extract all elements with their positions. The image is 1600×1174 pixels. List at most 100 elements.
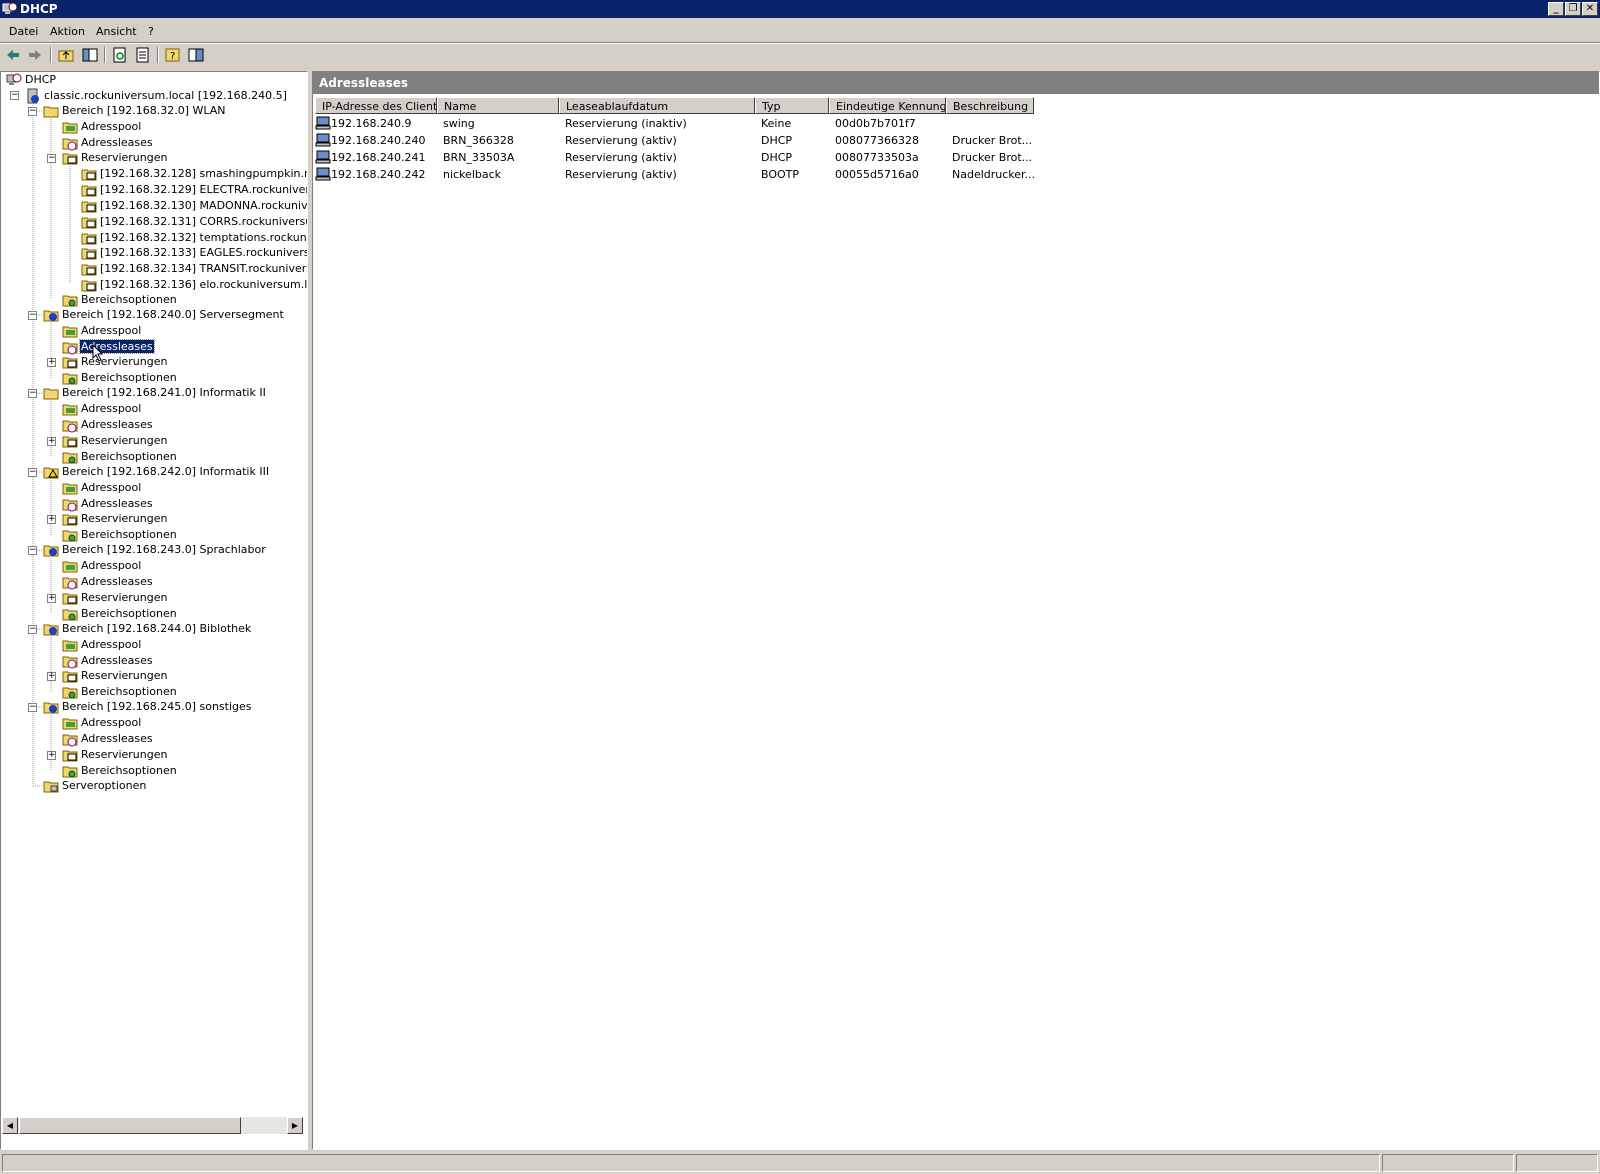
collapse-toggle[interactable]: − [28, 389, 37, 398]
show-tree-button[interactable] [80, 46, 100, 64]
collapse-toggle[interactable]: − [10, 91, 19, 100]
address-pool-icon [62, 483, 78, 495]
menu-datei[interactable]: Datei [9, 25, 38, 38]
column-description[interactable]: Beschreibung [946, 97, 1034, 114]
scope-options-icon [62, 766, 78, 778]
export-list-button[interactable] [133, 46, 153, 64]
cell-name: BRN_33503A [443, 151, 515, 164]
column-unique-id[interactable]: Eindeutige Kennung [829, 97, 946, 114]
cell-type: BOOTP [761, 168, 800, 181]
address-pool-icon [62, 404, 78, 416]
forward-button[interactable] [25, 46, 45, 64]
scope-options-icon [62, 530, 78, 542]
mouse-cursor-icon [92, 344, 104, 362]
expand-toggle[interactable]: + [47, 515, 56, 524]
cell-description: Drucker Brot... [952, 151, 1033, 164]
expand-toggle[interactable]: + [47, 672, 56, 681]
scroll-thumb[interactable] [19, 1117, 241, 1134]
scope-warning-icon [43, 467, 59, 479]
status-panel [1516, 1154, 1598, 1172]
reservation-icon [81, 201, 97, 213]
collapse-toggle[interactable]: − [28, 107, 37, 116]
collapse-toggle[interactable]: − [28, 625, 37, 634]
tree-label: classic.rockuniversum.local [192.168.240… [44, 89, 287, 102]
address-leases-icon [62, 734, 78, 747]
scope-options-icon [62, 687, 78, 699]
dhcp-icon [6, 73, 22, 85]
expand-toggle[interactable]: + [47, 437, 56, 446]
refresh-button[interactable] [110, 46, 130, 64]
cell-id: 00807733503a [835, 151, 919, 164]
reservations-icon [62, 671, 78, 683]
tree-label: Adresspool [81, 402, 142, 415]
scroll-left-arrow-icon[interactable]: ◀ [2, 1117, 18, 1134]
scope-options-icon [62, 452, 78, 464]
tree-label: [192.168.32.134] TRANSIT.rockuniversum [100, 262, 308, 275]
tree-label: Bereichsoptionen [81, 293, 177, 306]
collapse-toggle[interactable]: − [28, 468, 37, 477]
tree-label: Bereichsoptionen [81, 528, 177, 541]
scroll-right-arrow-icon[interactable]: ▶ [287, 1117, 303, 1134]
menu-help[interactable]: ? [148, 25, 154, 38]
properties-button[interactable] [186, 46, 206, 64]
address-pool-icon [62, 122, 78, 134]
restore-button[interactable]: ❐ [1565, 2, 1581, 16]
table-row[interactable]: 192.168.240.240 BRN_366328 Reservierung … [313, 132, 1599, 149]
expand-toggle[interactable]: + [47, 751, 56, 760]
collapse-toggle[interactable]: − [47, 154, 56, 163]
client-computer-icon [315, 116, 331, 130]
column-type[interactable]: Typ [755, 97, 829, 114]
help-button[interactable]: ? [163, 46, 183, 64]
address-leases-icon [62, 656, 78, 669]
close-button[interactable]: ✕ [1582, 2, 1598, 16]
back-button[interactable] [3, 46, 23, 64]
collapse-toggle[interactable]: − [28, 311, 37, 320]
tree-label: Adressleases [81, 654, 153, 667]
tree-label: [192.168.32.132] temptations.rockunivers [100, 231, 307, 244]
reservation-icon [81, 280, 97, 292]
tree-label: Bereichsoptionen [81, 607, 177, 620]
column-name[interactable]: Name [437, 97, 559, 114]
status-panel-main [2, 1154, 1380, 1172]
table-row[interactable]: 192.168.240.241 BRN_33503A Reservierung … [313, 149, 1599, 166]
expand-toggle[interactable]: + [47, 594, 56, 603]
refresh-icon [113, 47, 126, 63]
tree-label: Adressleases [81, 136, 153, 149]
cell-type: DHCP [761, 134, 793, 147]
expand-toggle[interactable]: + [47, 358, 56, 367]
scope-options-icon [62, 295, 78, 307]
collapse-toggle[interactable]: − [28, 703, 37, 712]
address-leases-icon [62, 577, 78, 590]
scope-options-icon [62, 609, 78, 621]
column-lease-expiry[interactable]: Leaseablaufdatum [559, 97, 755, 114]
tree-horizontal-scrollbar[interactable]: ◀ ▶ [2, 1117, 303, 1134]
table-row[interactable]: 192.168.240.9 swing Reservierung (inakti… [313, 115, 1599, 132]
collapse-toggle[interactable]: − [28, 546, 37, 555]
tree-label: [192.168.32.130] MADONNA.rockuniversu [100, 199, 308, 212]
cell-lease: Reservierung (aktiv) [565, 134, 677, 147]
folder-icon [43, 388, 59, 400]
menu-aktion[interactable]: Aktion [50, 25, 85, 38]
cell-lease: Reservierung (inaktiv) [565, 117, 687, 130]
tree-label: DHCP [25, 73, 57, 86]
minimize-button[interactable]: _ [1548, 2, 1564, 16]
reservation-icon [81, 185, 97, 197]
tree-label: Reservierungen [81, 434, 168, 447]
window-title: DHCP [20, 2, 58, 16]
scope-info-icon [43, 545, 59, 557]
reservation-icon [81, 233, 97, 245]
show-tree-icon [82, 48, 98, 62]
tree-label: Adressleases [81, 575, 153, 588]
folder-icon [43, 106, 59, 118]
menu-ansicht[interactable]: Ansicht [96, 25, 137, 38]
address-leases-icon [62, 342, 78, 355]
tree-label: Adressleases [81, 418, 153, 431]
cell-type: Keine [761, 117, 792, 130]
table-row[interactable]: 192.168.240.242 nickelback Reservierung … [313, 166, 1599, 183]
cell-ip: 192.168.240.9 [331, 117, 412, 130]
up-one-level-button[interactable] [56, 46, 76, 64]
menu-bar: Datei Aktion Ansicht ? [0, 20, 1600, 42]
help-icon: ? [165, 48, 180, 62]
console-tree[interactable]: DHCP − classic.rockuniversum.local [192.… [0, 71, 308, 1150]
column-ip-address[interactable]: IP-Adresse des Clients [315, 97, 437, 114]
